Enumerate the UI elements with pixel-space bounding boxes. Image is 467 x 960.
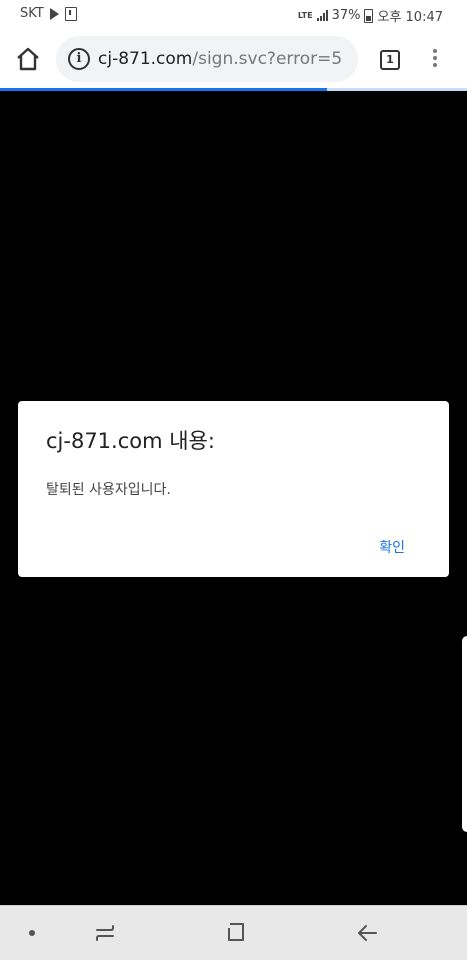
back-icon[interactable] (355, 922, 379, 944)
url-domain: cj-871.com (98, 49, 193, 69)
screen: SKT LTE 37% 오후 10:47 i cj-871.com/sign.s… (0, 0, 467, 960)
navigation-bar (0, 905, 467, 960)
page-load-progress (0, 88, 467, 91)
battery-icon (364, 8, 374, 23)
signal-icon (316, 10, 328, 21)
carrier-label: SKT (20, 6, 44, 21)
nav-dot-icon[interactable] (29, 930, 35, 936)
play-store-icon (49, 7, 59, 20)
status-bar: SKT LTE 37% 오후 10:47 (0, 0, 467, 30)
status-left: SKT (20, 6, 77, 21)
more-vert-icon[interactable] (430, 49, 440, 71)
network-type-label: LTE (297, 10, 313, 20)
battery-percent: 37% (331, 8, 361, 23)
edge-panel-handle[interactable] (462, 636, 467, 832)
dialog-ok-button[interactable]: 확인 (379, 537, 405, 557)
address-bar[interactable]: i cj-871.com/sign.svc?error=5 (56, 36, 358, 82)
url-path: /sign.svc?error=5 (192, 49, 343, 69)
home-button-icon[interactable] (226, 922, 246, 942)
home-icon[interactable] (14, 45, 42, 73)
status-right: LTE 37% 오후 10:47 (298, 6, 443, 25)
alert-notification-icon (64, 6, 77, 21)
tab-switcher-button[interactable]: 1 (380, 50, 400, 70)
browser-toolbar: i cj-871.com/sign.svc?error=5 1 (0, 30, 467, 88)
dialog-message: 탈퇴된 사용자입니다. (46, 482, 171, 498)
url-text[interactable]: cj-871.com/sign.svc?error=5 (98, 49, 342, 69)
clock: 오후 10:47 (377, 10, 443, 25)
info-icon[interactable]: i (68, 48, 90, 70)
page-load-progress-fill (0, 88, 327, 91)
alert-dialog: cj-871.com 내용: 탈퇴된 사용자입니다. 확인 (18, 401, 449, 577)
dialog-title: cj-871.com 내용: (46, 429, 215, 453)
recent-apps-icon[interactable] (94, 922, 116, 944)
